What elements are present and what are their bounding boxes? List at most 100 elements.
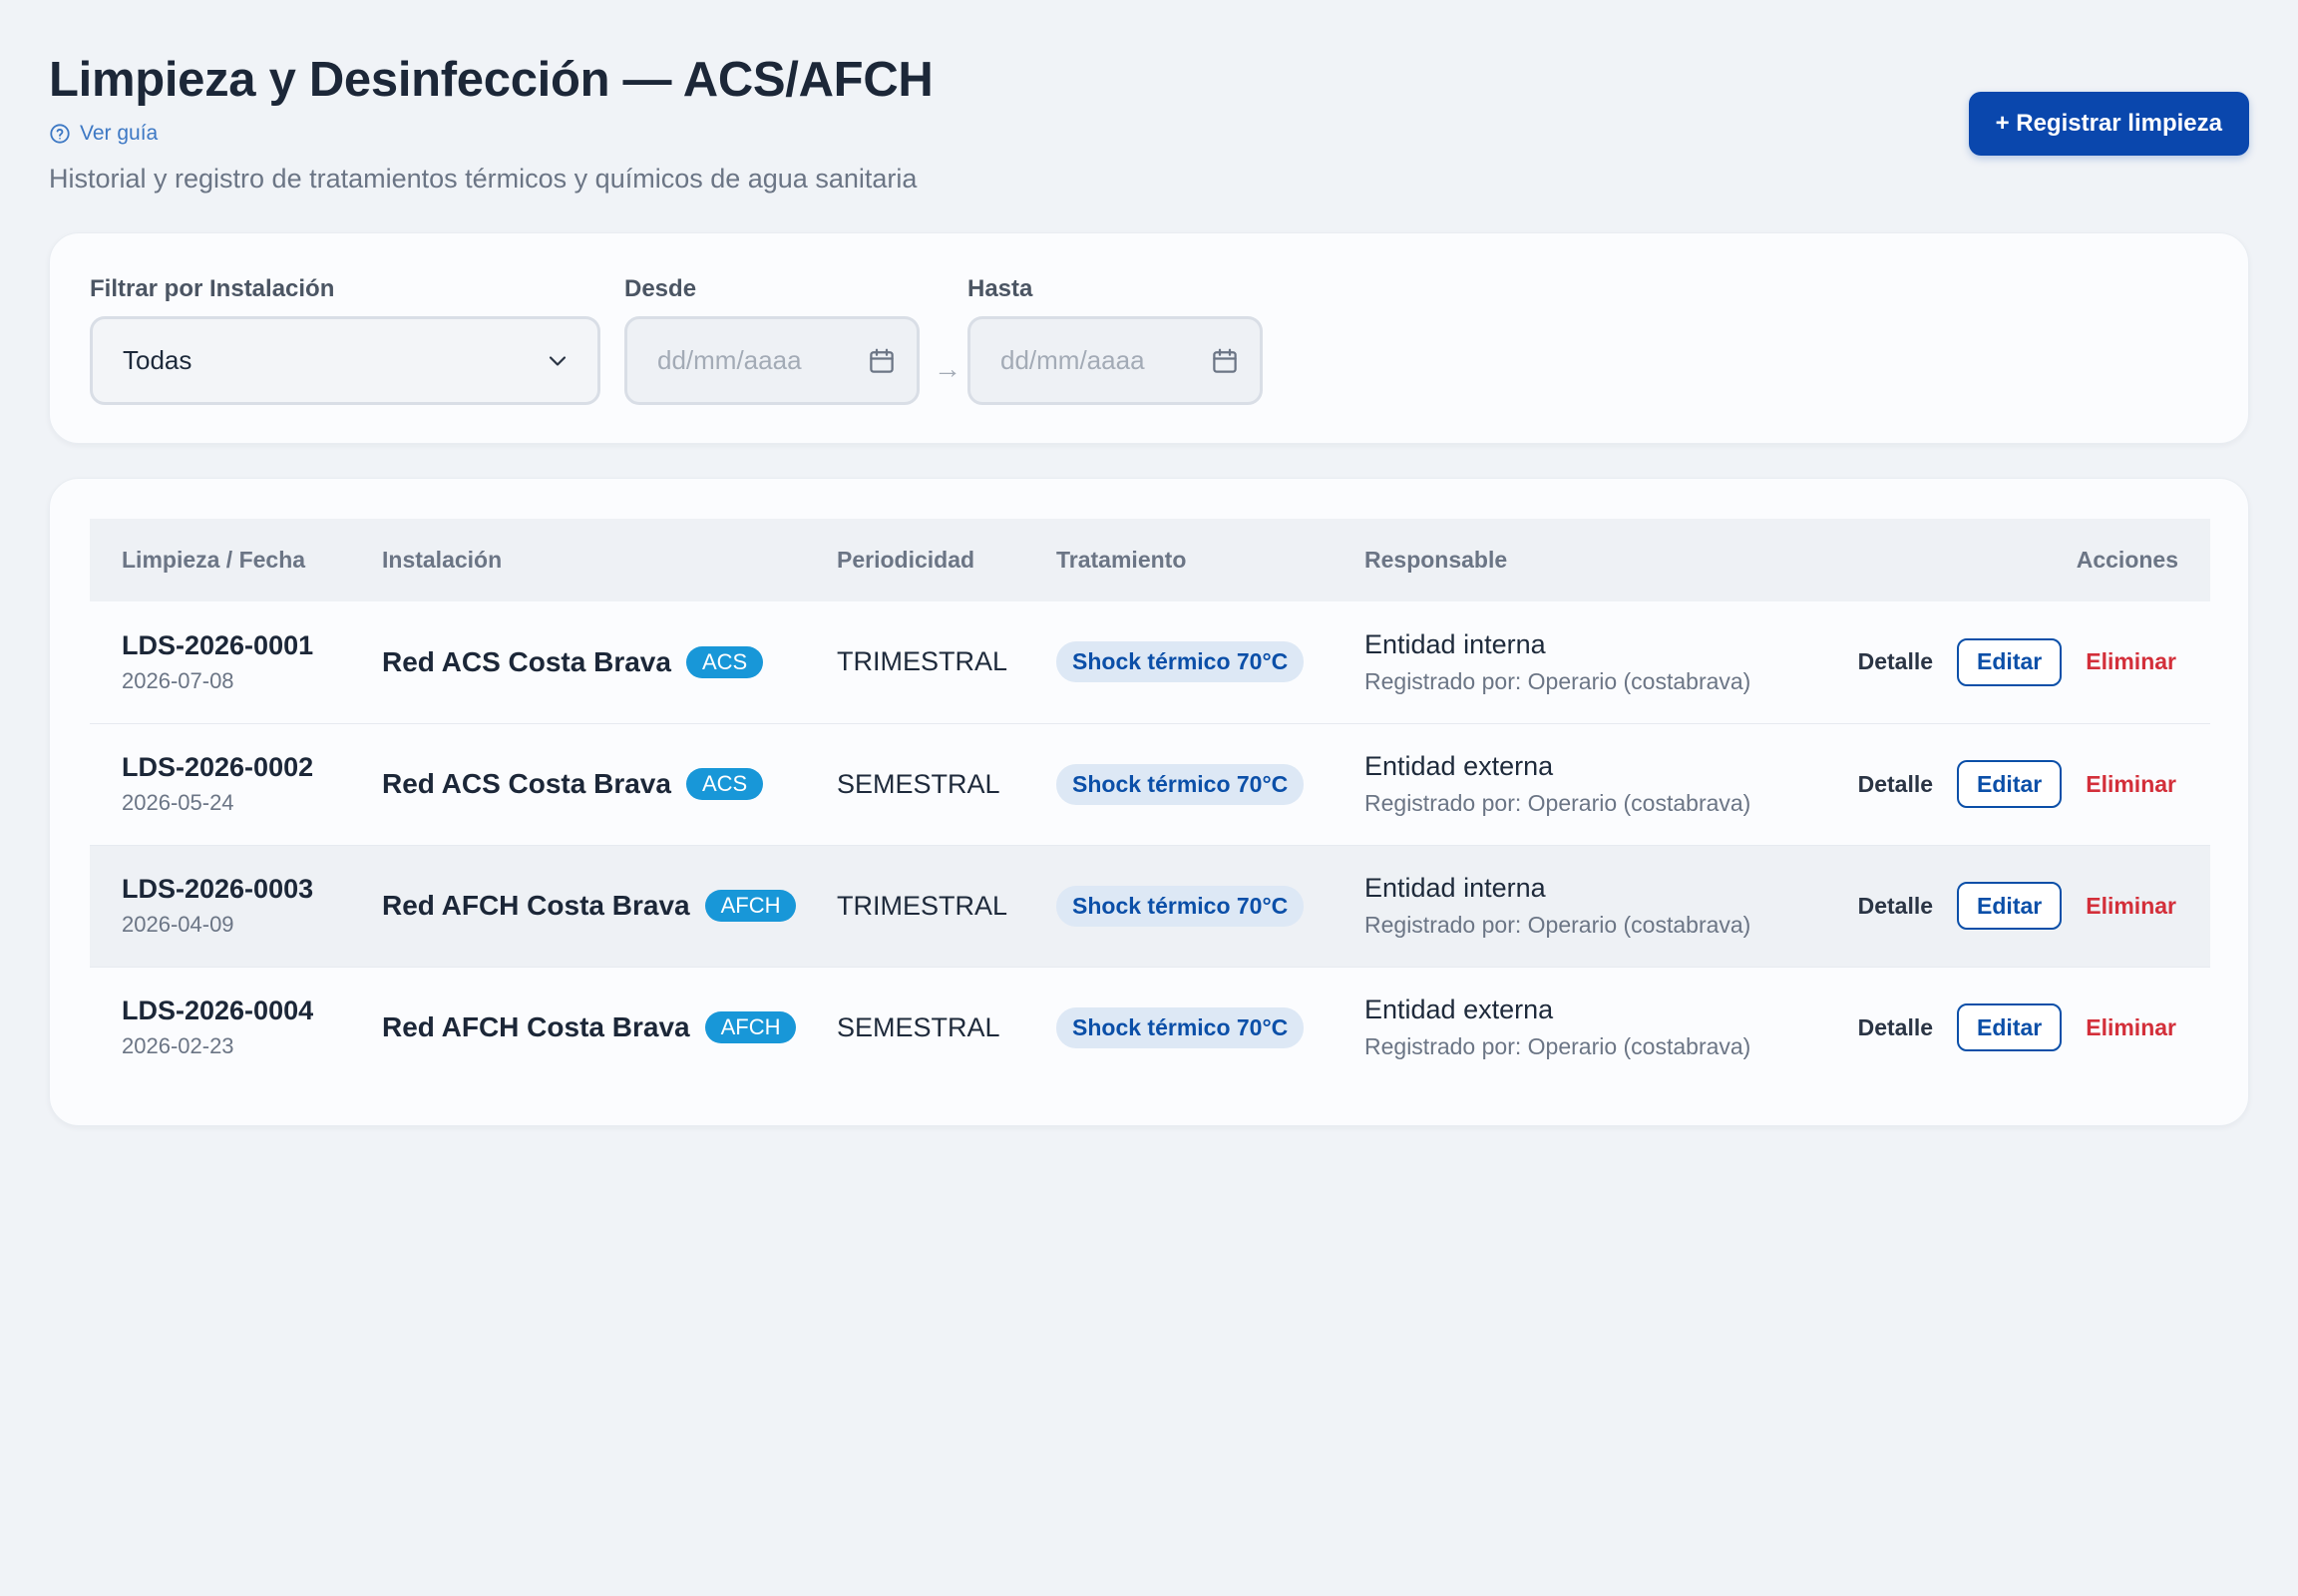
detail-button[interactable]: Detalle xyxy=(1858,1014,1933,1041)
page-title: Limpieza y Desinfección — ACS/AFCH xyxy=(49,53,934,107)
table-row[interactable]: LDS-2026-0003 2026-04-09 Red AFCH Costa … xyxy=(90,845,2210,967)
column-header-actions: Acciones xyxy=(2076,547,2178,573)
page-subtitle: Historial y registro de tratamientos tér… xyxy=(49,164,918,194)
column-header-periodicity[interactable]: Periodicidad xyxy=(805,519,1024,601)
installation-name: Red ACS Costa Brava xyxy=(382,768,671,799)
cell-code-date: LDS-2026-0001 2026-07-08 xyxy=(90,601,350,723)
registered-by: Registrado por: Operario (costabrava) xyxy=(1364,1033,1751,1060)
installation-info: Red ACS Costa Brava ACS xyxy=(382,768,805,800)
installation-filter-label: Filtrar por Instalación xyxy=(90,275,335,302)
installation-info: Red AFCH Costa Brava AFCH xyxy=(382,890,805,922)
date-to-label: Hasta xyxy=(967,275,1033,302)
cleaning-date: 2026-04-09 xyxy=(122,912,234,937)
detail-button[interactable]: Detalle xyxy=(1858,648,1933,675)
installation-info: Red AFCH Costa Brava AFCH xyxy=(382,1011,805,1044)
delete-button[interactable]: Eliminar xyxy=(2086,1014,2176,1041)
installation-type-badge: AFCH xyxy=(704,1011,797,1044)
cell-treatment: Shock térmico 70°C xyxy=(1024,967,1333,1088)
registered-by: Registrado por: Operario (costabrava) xyxy=(1364,667,1751,694)
responsible-entity: Entidad interna xyxy=(1364,628,1546,659)
cell-actions: Detalle Editar Eliminar xyxy=(1771,601,2210,723)
cell-installation: Red ACS Costa Brava ACS xyxy=(350,723,805,845)
cell-code-date: LDS-2026-0002 2026-05-24 xyxy=(90,723,350,845)
date-range-arrow: → xyxy=(934,353,961,384)
cell-treatment: Shock térmico 70°C xyxy=(1024,601,1333,723)
guide-link-label: Ver guía xyxy=(80,122,159,145)
cell-code-date: LDS-2026-0004 2026-02-23 xyxy=(90,967,350,1088)
cleaning-table-card: Limpieza / Fecha Instalación Periodicida… xyxy=(49,478,2249,1126)
cleaning-date: 2026-07-08 xyxy=(122,667,234,693)
column-header-treatment[interactable]: Tratamiento xyxy=(1024,519,1333,601)
delete-button[interactable]: Eliminar xyxy=(2086,771,2176,798)
column-header-installation[interactable]: Instalación xyxy=(350,519,805,601)
chevron-down-icon xyxy=(549,355,567,366)
date-to-field[interactable] xyxy=(967,316,1263,405)
installation-type-badge: ACS xyxy=(685,768,764,800)
installation-filter: Filtrar por Instalación Todas xyxy=(90,275,600,405)
delete-button[interactable]: Eliminar xyxy=(2086,648,2176,675)
date-from-input[interactable] xyxy=(657,345,837,376)
installation-select[interactable]: Todas xyxy=(90,316,600,405)
delete-button[interactable]: Eliminar xyxy=(2086,893,2176,920)
periodicity-value: TRIMESTRAL xyxy=(837,890,1008,921)
register-cleaning-button[interactable]: + Registrar limpieza xyxy=(1968,92,2249,156)
edit-button[interactable]: Editar xyxy=(1957,882,2063,930)
detail-button[interactable]: Detalle xyxy=(1858,771,1933,798)
cell-responsible: Entidad interna Registrado por: Operario… xyxy=(1333,845,1771,967)
edit-button[interactable]: Editar xyxy=(1957,637,2063,686)
periodicity-value: TRIMESTRAL xyxy=(837,646,1008,677)
help-circle-icon xyxy=(50,124,70,144)
cleaning-date: 2026-02-23 xyxy=(122,1033,234,1059)
table-row[interactable]: LDS-2026-0002 2026-05-24 Red ACS Costa B… xyxy=(90,723,2210,845)
edit-button[interactable]: Editar xyxy=(1957,760,2063,808)
cell-responsible: Entidad externa Registrado por: Operario… xyxy=(1333,967,1771,1088)
installation-name: Red AFCH Costa Brava xyxy=(382,1011,690,1043)
cell-installation: Red AFCH Costa Brava AFCH xyxy=(350,845,805,967)
date-to-filter: Hasta xyxy=(967,275,1263,405)
responsible-entity: Entidad externa xyxy=(1364,995,1554,1025)
installation-name: Red ACS Costa Brava xyxy=(382,645,671,677)
installation-type-badge: AFCH xyxy=(704,890,797,922)
row-actions: Detalle Editar Eliminar xyxy=(1803,882,2210,930)
column-header-responsible[interactable]: Responsable xyxy=(1333,519,1771,601)
treatment-badge: Shock térmico 70°C xyxy=(1056,763,1305,805)
row-actions: Detalle Editar Eliminar xyxy=(1803,760,2210,808)
cell-treatment: Shock térmico 70°C xyxy=(1024,845,1333,967)
cell-actions: Detalle Editar Eliminar xyxy=(1771,967,2210,1088)
page: Limpieza y Desinfección — ACS/AFCH Ver g… xyxy=(0,0,2298,1596)
column-header-code-date[interactable]: Limpieza / Fecha xyxy=(90,519,350,601)
row-actions: Detalle Editar Eliminar xyxy=(1803,1003,2210,1052)
edit-button[interactable]: Editar xyxy=(1957,1003,2063,1052)
treatment-badge: Shock térmico 70°C xyxy=(1056,1006,1305,1048)
cell-responsible: Entidad interna Registrado por: Operario… xyxy=(1333,601,1771,723)
treatment-badge: Shock térmico 70°C xyxy=(1056,641,1305,683)
registered-by: Registrado por: Operario (costabrava) xyxy=(1364,790,1751,816)
cleaning-code: LDS-2026-0003 xyxy=(122,874,314,904)
registered-by: Registrado por: Operario (costabrava) xyxy=(1364,912,1751,938)
cleaning-table: Limpieza / Fecha Instalación Periodicida… xyxy=(90,519,2210,1088)
periodicity-value: SEMESTRAL xyxy=(837,768,1000,799)
table-header-row: Limpieza / Fecha Instalación Periodicida… xyxy=(90,519,2210,601)
cell-responsible: Entidad externa Registrado por: Operario… xyxy=(1333,723,1771,845)
cell-actions: Detalle Editar Eliminar xyxy=(1771,723,2210,845)
date-to-input[interactable] xyxy=(1000,345,1180,376)
responsible-entity: Entidad externa xyxy=(1364,751,1554,781)
table-row[interactable]: LDS-2026-0001 2026-07-08 Red ACS Costa B… xyxy=(90,601,2210,723)
date-from-filter: Desde xyxy=(624,275,920,405)
cell-installation: Red ACS Costa Brava ACS xyxy=(350,601,805,723)
cell-actions: Detalle Editar Eliminar xyxy=(1771,845,2210,967)
cleaning-code: LDS-2026-0002 xyxy=(122,752,314,782)
calendar-icon[interactable] xyxy=(1210,346,1240,376)
installation-select-value: Todas xyxy=(123,345,192,375)
filter-panel: Filtrar por Instalación Todas Desde → Ha… xyxy=(49,232,2249,444)
table-row[interactable]: LDS-2026-0004 2026-02-23 Red AFCH Costa … xyxy=(90,967,2210,1088)
cell-installation: Red AFCH Costa Brava AFCH xyxy=(350,967,805,1088)
guide-link[interactable]: Ver guía xyxy=(49,122,158,146)
cell-periodicity: SEMESTRAL xyxy=(805,967,1024,1088)
calendar-icon[interactable] xyxy=(867,346,897,376)
cleaning-code: LDS-2026-0004 xyxy=(122,996,314,1026)
date-from-field[interactable] xyxy=(624,316,920,405)
page-header: Limpieza y Desinfección — ACS/AFCH Ver g… xyxy=(49,0,2249,231)
date-from-label: Desde xyxy=(624,275,697,302)
detail-button[interactable]: Detalle xyxy=(1858,893,1933,920)
